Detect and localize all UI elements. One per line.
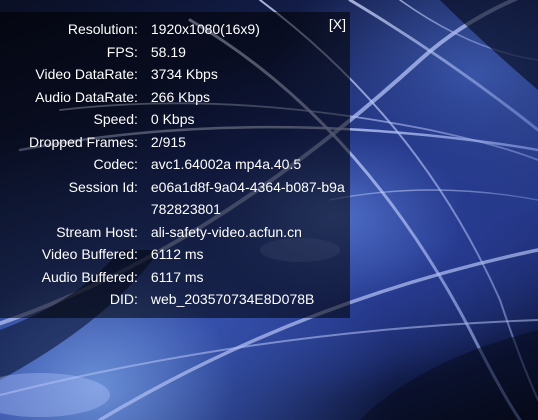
stat-value: 0 Kbps xyxy=(150,111,195,127)
stat-value: 266 Kbps xyxy=(150,88,211,105)
stat-value: 2/915 xyxy=(150,133,186,150)
stat-label: Codec: xyxy=(93,156,138,172)
stat-label: Session Id: xyxy=(68,178,138,195)
stat-row-stream-host: Stream Host: ali-safety-video.acfun.cn xyxy=(0,221,350,244)
stat-row-did: DID: web_203570734E8D078B xyxy=(0,288,350,311)
stat-value: 58.19 xyxy=(150,43,186,60)
stat-row-audio-buffered: Audio Buffered: 6117 ms xyxy=(0,266,350,289)
stat-value: 3734 Kbps xyxy=(150,66,218,82)
stat-row-fps: FPS: 58.19 xyxy=(0,41,350,64)
stat-value: 1920x1080(16x9) xyxy=(150,21,260,37)
stat-row-audio-datarate: Audio DataRate: 266 Kbps xyxy=(0,86,350,109)
stat-value: ali-safety-video.acfun.cn xyxy=(150,223,302,240)
stat-row-dropped-frames: Dropped Frames: 2/915 xyxy=(0,131,350,154)
stat-value: web_203570734E8D078B xyxy=(150,291,315,307)
stat-label: DID: xyxy=(109,291,138,307)
stat-row-session-id: Session Id: e06a1d8f-9a04-4364-b087-b9a7… xyxy=(0,176,350,221)
stat-label: Speed: xyxy=(93,111,138,127)
stat-row-codec: Codec: avc1.64002a mp4a.40.5 xyxy=(0,153,350,176)
stat-value: 6112 ms xyxy=(150,246,204,262)
stat-row-speed: Speed: 0 Kbps xyxy=(0,108,350,131)
stat-row-video-buffered: Video Buffered: 6112 ms xyxy=(0,243,350,266)
stat-label: Video Buffered: xyxy=(41,246,138,262)
stat-value: 6117 ms xyxy=(150,268,204,285)
stats-table: Resolution: 1920x1080(16x9) FPS: 58.19 V… xyxy=(0,18,350,311)
stat-value: avc1.64002a mp4a.40.5 xyxy=(150,156,302,172)
stat-value: e06a1d8f-9a04-4364-b087-b9a782823801 xyxy=(150,178,345,218)
stat-label: Audio DataRate: xyxy=(35,88,138,105)
stat-label: FPS: xyxy=(106,43,138,60)
stat-row-video-datarate: Video DataRate: 3734 Kbps xyxy=(0,63,350,86)
stat-label: Video DataRate: xyxy=(35,66,138,82)
stat-row-resolution: Resolution: 1920x1080(16x9) xyxy=(0,18,350,41)
stat-label: Dropped Frames: xyxy=(28,133,138,150)
stat-label: Stream Host: xyxy=(56,223,138,240)
video-stats-overlay: [X] Resolution: 1920x1080(16x9) FPS: 58.… xyxy=(0,12,350,318)
stat-label: Audio Buffered: xyxy=(41,268,138,285)
stat-label: Resolution: xyxy=(67,21,138,37)
